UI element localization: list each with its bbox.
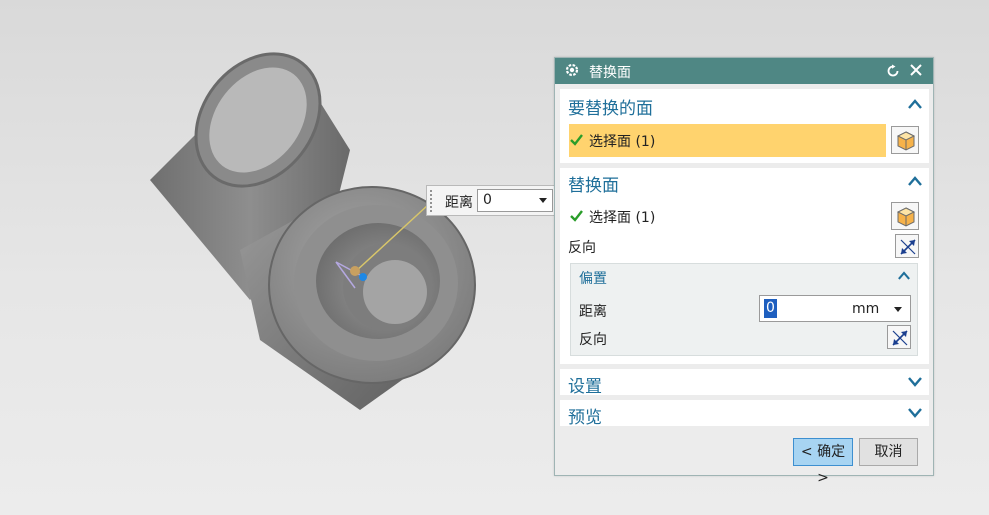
section-preview[interactable]: 预览 — [560, 400, 929, 428]
dialog-title: 替换面 — [589, 65, 631, 81]
dialog-titlebar[interactable]: 替换面 — [555, 58, 933, 84]
offset-reverse-direction-button[interactable] — [887, 325, 911, 349]
chevron-down-icon[interactable] — [908, 408, 922, 418]
gear-icon — [565, 63, 579, 77]
section-replacement-face: 替换面 选择面 (1) 反向 偏置 距离 0 mm 反向 — [560, 168, 929, 364]
checkmark-icon — [570, 134, 583, 146]
cancel-button[interactable]: 取消 — [859, 438, 918, 466]
section-title[interactable]: 设置 — [568, 372, 602, 397]
checkmark-icon — [570, 210, 583, 222]
distance-label: 距离 — [445, 195, 473, 211]
reverse-label: 反向 — [579, 332, 607, 348]
reverse-label: 反向 — [568, 240, 596, 256]
distance-label: 距离 — [579, 304, 607, 320]
cube-icon — [896, 207, 916, 227]
ok-button[interactable]: < 确定 > — [793, 438, 853, 486]
cube-icon — [896, 131, 916, 151]
floating-distance-field[interactable]: 距离 0 — [426, 185, 556, 216]
dropdown-caret-icon[interactable] — [539, 198, 547, 203]
chevron-up-icon[interactable] — [898, 271, 910, 280]
select-face-label: 选择面 (1) — [589, 134, 656, 150]
reverse-direction-button[interactable] — [895, 234, 919, 258]
unit-select[interactable]: mm — [852, 301, 879, 317]
reset-icon[interactable] — [886, 64, 900, 78]
select-face-cube-button[interactable] — [891, 202, 919, 230]
distance-value[interactable]: 0 — [764, 299, 777, 318]
reverse-direction-icon — [900, 239, 916, 255]
section-settings[interactable]: 设置 — [560, 369, 929, 397]
section-title[interactable]: 要替换的面 — [568, 94, 653, 119]
replace-face-dialog: 替换面 要替换的面 选择面 (1) 替换面 选择面 (1) 反向 偏置 距离 0… — [554, 57, 934, 486]
drag-handle[interactable] — [429, 189, 434, 212]
section-title[interactable]: 预览 — [568, 403, 602, 428]
close-icon[interactable] — [909, 63, 923, 77]
offset-distance-input[interactable]: 0 mm — [759, 295, 911, 322]
offset-group-title[interactable]: 偏置 — [579, 268, 607, 288]
section-title[interactable]: 替换面 — [568, 171, 619, 196]
distance-value: 0 — [483, 192, 492, 208]
chevron-up-icon[interactable] — [908, 176, 922, 186]
select-face-row[interactable]: 选择面 (1) — [569, 124, 886, 157]
select-face-cube-button[interactable] — [891, 126, 919, 154]
reverse-direction-icon — [892, 330, 908, 346]
dropdown-caret-icon[interactable] — [894, 307, 902, 312]
distance-input[interactable]: 0 — [477, 189, 553, 212]
chevron-down-icon[interactable] — [908, 377, 922, 387]
chevron-up-icon[interactable] — [908, 99, 922, 109]
offset-group: 偏置 距离 0 mm 反向 — [570, 263, 918, 356]
section-faces-to-replace: 要替换的面 选择面 (1) — [560, 89, 929, 163]
select-face-label[interactable]: 选择面 (1) — [589, 207, 655, 227]
